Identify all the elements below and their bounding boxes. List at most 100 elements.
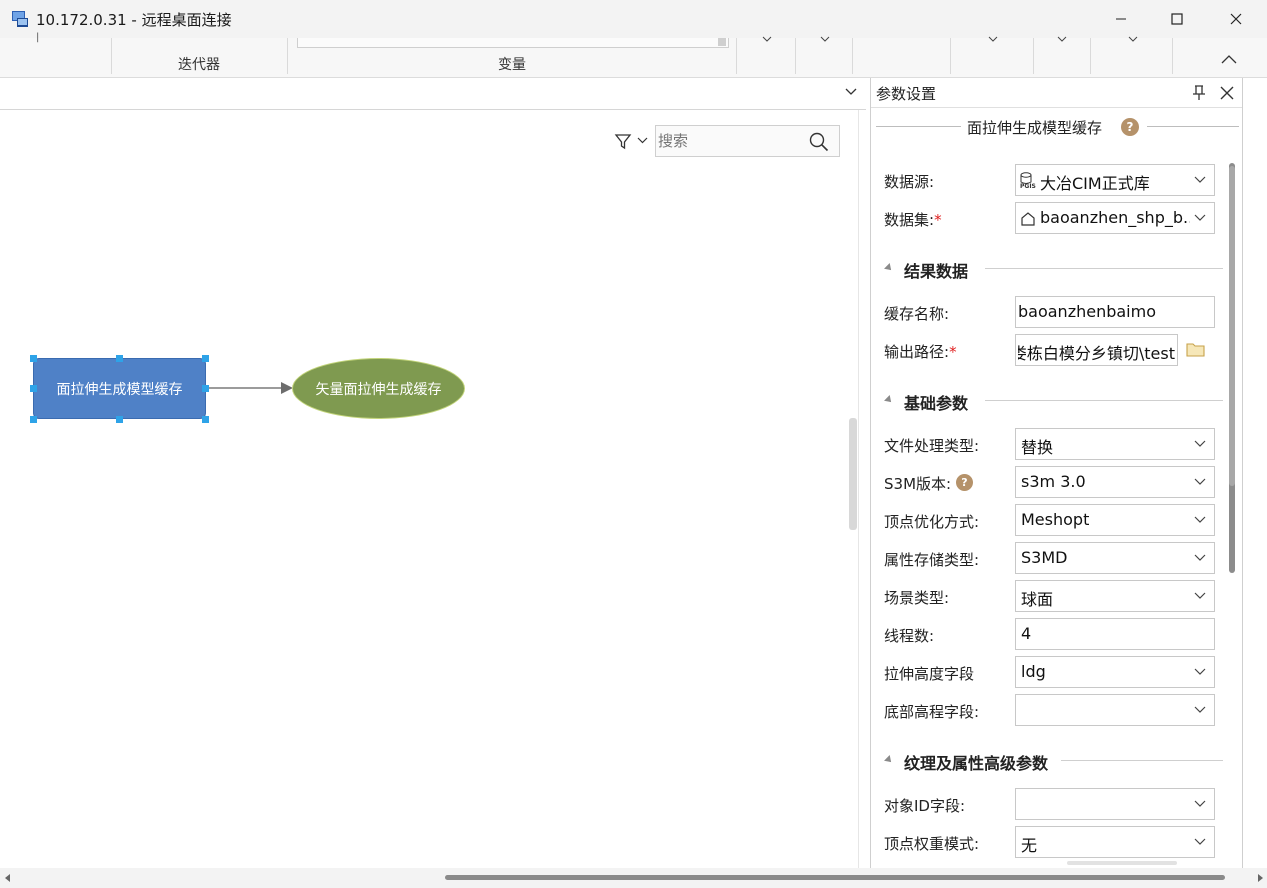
vertex-optimization-label: 顶点优化方式:	[884, 513, 980, 531]
vertex-weight-mode-select[interactable]: 无	[1015, 826, 1215, 858]
process-node[interactable]: 面拉伸生成模型缓存	[33, 358, 206, 419]
output-path-value: 娄栋白模分乡镇切\test	[1018, 344, 1175, 363]
collapse-triangle-icon[interactable]	[884, 395, 894, 405]
scroll-left-icon[interactable]	[4, 874, 12, 882]
close-panel-icon[interactable]	[1220, 86, 1234, 100]
filter-icon[interactable]	[614, 132, 632, 150]
dataset-label: 数据集:*	[884, 211, 942, 229]
maximize-button[interactable]	[1148, 0, 1206, 38]
ribbon-separator	[1172, 38, 1173, 74]
panel-scroll-thumb[interactable]	[1229, 166, 1235, 486]
panel-header: 参数设置	[871, 78, 1242, 108]
variable-list-scroll-thumb[interactable]	[718, 38, 726, 46]
selection-handle[interactable]	[30, 416, 37, 423]
chevron-down-icon	[1194, 838, 1206, 845]
panel-title: 参数设置	[876, 85, 937, 103]
chevron-down-icon	[1194, 706, 1206, 713]
thread-count-value: 4	[1021, 624, 1032, 643]
canvas-search-box[interactable]	[655, 125, 840, 157]
search-icon[interactable]	[809, 132, 829, 152]
attribute-storage-label: 属性存储类型:	[884, 551, 980, 569]
scene-type-select[interactable]: 球面	[1015, 580, 1215, 612]
pin-icon[interactable]	[1191, 84, 1207, 102]
remote-desktop-icon	[10, 9, 30, 29]
scene-type-value: 球面	[1021, 590, 1054, 609]
chevron-down-icon[interactable]	[762, 36, 772, 42]
base-elevation-field-select[interactable]	[1015, 694, 1215, 726]
thread-count-input[interactable]: 4	[1015, 618, 1215, 650]
selection-handle[interactable]	[202, 416, 209, 423]
ribbon-separator	[795, 38, 796, 74]
horizontal-scroll-thumb[interactable]	[445, 875, 1225, 880]
search-input[interactable]	[658, 128, 803, 154]
attribute-storage-value: S3MD	[1021, 548, 1068, 567]
title-rule-right	[1147, 126, 1239, 127]
dataset-select[interactable]: baoanzhen_shp_b...	[1015, 202, 1215, 234]
datasource-select[interactable]: PGIS 大冶CIM正式库	[1015, 164, 1215, 196]
section-advanced-title: 纹理及属性高级参数	[904, 754, 1049, 773]
ribbon-separator	[1090, 38, 1091, 74]
datasource-label: 数据源:	[884, 173, 935, 191]
collapse-triangle-icon[interactable]	[884, 755, 894, 765]
window-titlebar: 10.172.0.31 - 远程桌面连接	[0, 0, 1267, 38]
selection-handle[interactable]	[202, 355, 209, 362]
extrude-height-field-select[interactable]: ldg	[1015, 656, 1215, 688]
selection-handle[interactable]	[116, 416, 123, 423]
cache-name-value: baoanzhenbaimo	[1018, 302, 1156, 321]
scroll-right-icon[interactable]	[1256, 874, 1264, 882]
dataset-value: baoanzhen_shp_b...	[1040, 208, 1190, 227]
output-path-input[interactable]: 娄栋白模分乡镇切\test	[1015, 334, 1178, 366]
file-type-select[interactable]: 替换	[1015, 428, 1215, 460]
cache-name-input[interactable]: baoanzhenbaimo	[1015, 296, 1215, 328]
selection-handle[interactable]	[30, 355, 37, 362]
ribbon-separator	[736, 38, 737, 74]
chevron-down-icon[interactable]	[1128, 36, 1138, 42]
model-canvas[interactable]: 面拉伸生成模型缓存 矢量面拉伸生成缓存	[0, 110, 866, 868]
panel-horizontal-scrollbar[interactable]	[1067, 861, 1177, 865]
parameter-panel: 参数设置 面拉伸生成模型缓存 ? 数据源: PGIS 大冶CIM正式库 数据集:…	[870, 78, 1243, 868]
chevron-down-icon	[1194, 800, 1206, 807]
section-rule	[985, 400, 1223, 401]
close-button[interactable]	[1207, 0, 1265, 38]
vertex-optimization-select[interactable]: Meshopt	[1015, 504, 1215, 536]
ribbon-separator	[950, 38, 951, 74]
collapse-triangle-icon[interactable]	[884, 263, 894, 273]
base-elevation-field-label: 底部高程字段:	[884, 703, 980, 721]
ribbon-separator	[852, 38, 853, 74]
help-icon[interactable]: ?	[1121, 118, 1139, 136]
help-icon[interactable]: ?	[956, 474, 973, 491]
close-icon	[1230, 13, 1242, 25]
connector-arrow[interactable]	[205, 377, 295, 399]
variable-list-box[interactable]	[297, 38, 729, 48]
canvas-edge	[858, 110, 859, 868]
selection-handle[interactable]	[202, 385, 209, 392]
filter-dropdown-chevron-icon[interactable]	[637, 137, 648, 144]
selection-handle[interactable]	[116, 355, 123, 362]
chevron-down-icon	[1194, 440, 1206, 447]
minimize-icon	[1116, 18, 1126, 20]
attribute-storage-select[interactable]: S3MD	[1015, 542, 1215, 574]
minimize-button[interactable]	[1092, 0, 1150, 38]
section-result-title: 结果数据	[904, 262, 969, 281]
chevron-down-icon[interactable]	[988, 36, 998, 42]
selection-handle[interactable]	[30, 385, 37, 392]
chevron-down-icon	[1194, 214, 1206, 221]
window-horizontal-scrollbar[interactable]	[0, 868, 1267, 888]
canvas-vertical-scrollbar[interactable]	[849, 418, 857, 530]
folder-icon[interactable]	[1186, 341, 1206, 358]
pgis-badge: PGIS	[1020, 183, 1036, 190]
s3m-version-select[interactable]: s3m 3.0	[1015, 466, 1215, 498]
object-id-field-select[interactable]	[1015, 788, 1215, 820]
chevron-down-icon[interactable]	[1057, 36, 1067, 42]
polygon-dataset-icon	[1021, 212, 1035, 226]
ribbon-group-iterator: 迭代器	[178, 57, 220, 73]
output-node[interactable]: 矢量面拉伸生成缓存	[292, 358, 465, 419]
collapse-ribbon-icon[interactable]	[1221, 54, 1237, 64]
document-list-chevron-down-icon[interactable]	[845, 88, 857, 96]
chevron-down-icon[interactable]	[820, 36, 830, 42]
database-icon: PGIS	[1020, 171, 1038, 191]
ribbon-divider-mark: |	[36, 32, 40, 43]
document-tab-bar	[0, 78, 866, 110]
cache-name-label: 缓存名称:	[884, 305, 950, 323]
file-type-value: 替换	[1021, 438, 1054, 457]
